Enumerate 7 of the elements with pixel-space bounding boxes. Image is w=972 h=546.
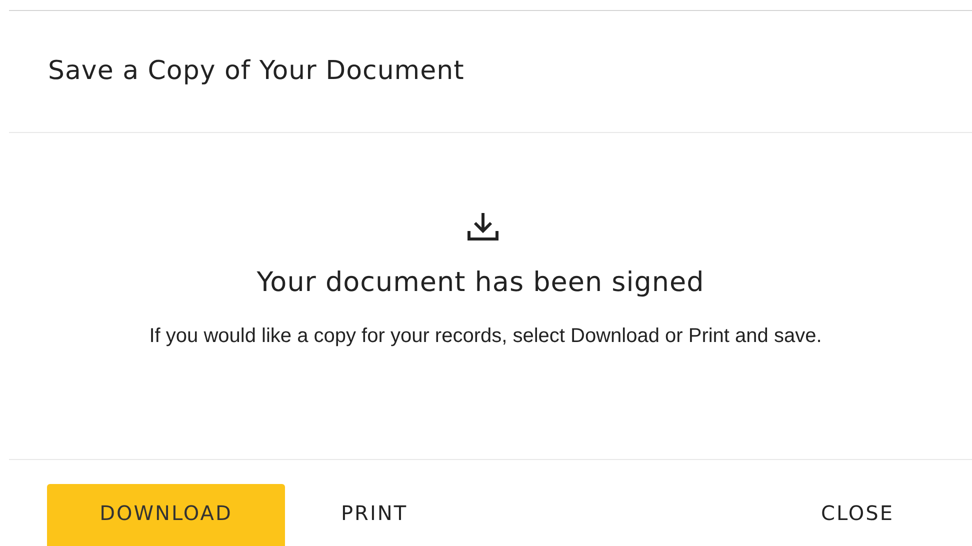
download-icon [466, 211, 500, 241]
dialog-heading: Your document has been signed [256, 266, 704, 300]
dialog-title: Save a Copy of Your Document [48, 55, 464, 88]
print-button[interactable]: PRINT [325, 484, 424, 546]
dialog-message: If you would like a copy for your records, select Download or Print and save. [148, 324, 823, 348]
close-button[interactable]: CLOSE [805, 484, 910, 546]
download-button[interactable]: DOWNLOAD [47, 484, 285, 546]
